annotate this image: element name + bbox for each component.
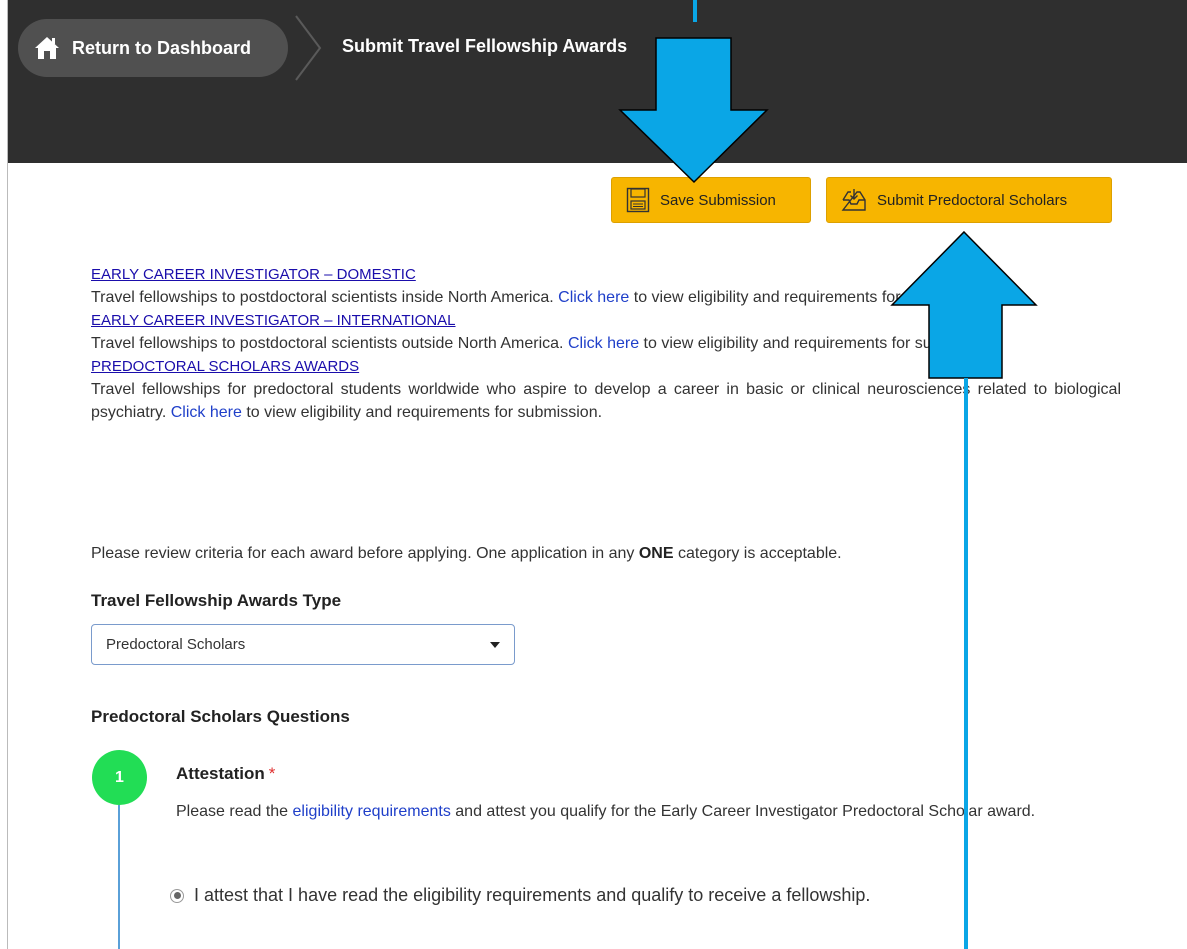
award-international-text-end: to view eligibility and requirements for… (639, 335, 1000, 352)
save-submission-button[interactable]: Save Submission (611, 177, 811, 223)
awards-description: EARLY CAREER INVESTIGATOR – DOMESTIC Tra… (91, 263, 1121, 424)
award-international-desc: Travel fellowships to postdoctoral scien… (91, 332, 1121, 355)
award-domestic-text: Travel fellowships to postdoctoral scien… (91, 289, 559, 306)
eligibility-requirements-link[interactable]: eligibility requirements (293, 803, 451, 820)
questions-section-title: Predoctoral Scholars Questions (91, 707, 350, 726)
radio-selected-dot (173, 892, 181, 899)
award-domestic-text-end: to view eligibility and requirements for… (629, 289, 999, 306)
save-submission-label: Save Submission (660, 191, 776, 209)
award-international-link[interactable]: EARLY CAREER INVESTIGATOR – INTERNATIONA… (91, 309, 1121, 332)
question-desc-text: Please read the (176, 803, 293, 820)
attestation-radio[interactable] (170, 888, 184, 903)
international-click-here-link[interactable]: Click here (568, 335, 639, 352)
submit-predoctoral-button[interactable]: Submit Predoctoral Scholars (826, 177, 1112, 223)
question-title: Attestation * (176, 764, 275, 784)
award-predoctoral-desc: Travel fellowships for predoctoral stude… (91, 378, 1121, 424)
page-title: Submit Travel Fellowship Awards (342, 36, 628, 56)
attestation-option-label: I attest that I have read the eligibilit… (194, 885, 871, 905)
return-to-dashboard-button[interactable]: Return to Dashboard (18, 19, 288, 77)
attestation-option[interactable]: I attest that I have read the eligibilit… (170, 885, 870, 906)
predoctoral-click-here-link[interactable]: Click here (171, 404, 242, 421)
award-predoctoral-text-end: to view eligibility and requirements for… (241, 404, 603, 421)
breadcrumb-separator (295, 15, 322, 81)
step-number-badge: 1 (92, 750, 147, 805)
question-title-text: Attestation (176, 764, 265, 783)
domestic-click-here-link[interactable]: Click here (558, 289, 629, 306)
question-description: Please read the eligibility requirements… (176, 799, 1116, 824)
criteria-note: Please review criteria for each award be… (91, 545, 842, 563)
question-desc-text-end: and attest you qualify for the Early Car… (450, 803, 1036, 820)
awards-type-value: Predoctoral Scholars (106, 636, 246, 653)
award-domestic-link[interactable]: EARLY CAREER INVESTIGATOR – DOMESTIC (91, 263, 1121, 286)
inbox-download-icon (841, 189, 866, 211)
step-connector-line (118, 805, 120, 949)
criteria-note-text-end: category is acceptable. (673, 545, 842, 562)
save-icon (626, 187, 650, 213)
required-marker: * (268, 764, 276, 783)
award-predoctoral-link[interactable]: PREDOCTORAL SCHOLARS AWARDS (91, 355, 1121, 378)
return-to-dashboard-label: Return to Dashboard (72, 37, 252, 58)
criteria-note-text: Please review criteria for each award be… (91, 545, 639, 562)
window-border (0, 0, 8, 949)
home-icon (35, 37, 59, 59)
award-international-text: Travel fellowships to postdoctoral scien… (91, 335, 568, 352)
chevron-down-icon (490, 641, 500, 648)
submit-predoctoral-label: Submit Predoctoral Scholars (877, 191, 1068, 209)
awards-type-select[interactable]: Predoctoral Scholars (91, 624, 515, 665)
award-domestic-desc: Travel fellowships to postdoctoral scien… (91, 286, 1121, 309)
awards-type-label: Travel Fellowship Awards Type (91, 591, 342, 610)
criteria-note-emphasis: ONE (638, 545, 674, 562)
